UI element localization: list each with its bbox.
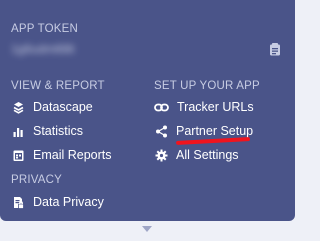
menu-item-label: Tracker URLs (177, 100, 254, 114)
menu-item-label: All Settings (176, 148, 239, 162)
app-token-heading: APP TOKEN (11, 23, 78, 35)
clipboard-copy-icon[interactable] (269, 42, 281, 56)
gear-icon (154, 148, 168, 162)
menu-item-all-settings[interactable]: All Settings (154, 147, 239, 163)
datascape-icon (11, 100, 25, 114)
menu-item-tracker-urls[interactable]: Tracker URLs (154, 99, 254, 115)
menu-item-statistics[interactable]: Statistics (11, 123, 83, 139)
menu-item-datascape[interactable]: Datascape (11, 99, 93, 115)
document-lock-icon (11, 195, 25, 209)
app-token-value: 1g6udmt68t (11, 42, 75, 56)
menu-item-data-privacy[interactable]: Data Privacy (11, 194, 104, 210)
view-report-heading: VIEW & REPORT (11, 80, 105, 92)
menu-item-label: Email Reports (33, 148, 112, 162)
calendar-report-icon (11, 148, 25, 162)
app-menu-panel: APP TOKEN 1g6udmt68t VIEW & REPORT Datas… (0, 0, 295, 221)
menu-item-partner-setup[interactable]: Partner Setup (154, 123, 253, 139)
menu-item-label: Statistics (33, 124, 84, 138)
menu-item-label: Data Privacy (33, 195, 104, 209)
chevron-down-icon[interactable] (142, 226, 152, 232)
menu-item-label: Partner Setup (176, 124, 254, 138)
share-icon (154, 124, 168, 138)
privacy-heading: PRIVACY (11, 174, 63, 186)
setup-app-heading: SET UP YOUR APP (154, 80, 260, 92)
menu-item-label: Datascape (33, 100, 93, 114)
menu-item-email-reports[interactable]: Email Reports (11, 147, 112, 163)
bar-chart-icon (11, 124, 25, 138)
link-icon (154, 100, 169, 114)
